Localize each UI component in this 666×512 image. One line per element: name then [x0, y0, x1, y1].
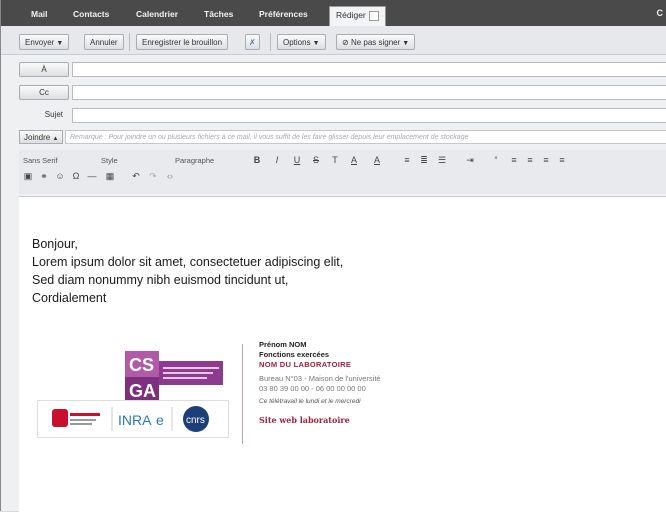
justify-right-icon[interactable]: ≡ — [541, 155, 551, 165]
cancel-button[interactable]: Annuler — [84, 34, 124, 50]
svg-text:CS: CS — [129, 355, 154, 375]
message-editor[interactable]: Bonjour, Lorem ipsum dolor sit amet, con… — [19, 196, 666, 512]
svg-text:e: e — [156, 412, 164, 428]
corner-icon: C — [656, 8, 664, 18]
chevron-down-icon: ▲ — [52, 136, 59, 142]
message-line: Cordialement — [32, 291, 107, 305]
svg-text:GA: GA — [129, 381, 156, 401]
attach-row: Joindre ▲ Remarque : Pour joindre un ou … — [19, 130, 666, 146]
strikethrough-icon[interactable]: S — [311, 155, 321, 165]
list-icon[interactable]: ☰ — [437, 155, 447, 166]
send-button[interactable]: Envoyer ▼ — [19, 34, 70, 50]
lab-logo: CS GA — [123, 347, 227, 403]
signature-block: Prénom NOM Fonctions exercées NOM DU LAB… — [259, 340, 381, 425]
table-icon[interactable]: ▦ — [105, 171, 115, 182]
compose-window: Mail Contacts Calendrier Tâches Préféren… — [0, 0, 666, 512]
link-icon[interactable]: ⚭ — [39, 171, 49, 182]
subject-field[interactable] — [72, 108, 666, 123]
subject-label: Sujet — [44, 110, 63, 119]
signature-function: Fonctions exercées — [259, 350, 330, 359]
to-field[interactable] — [72, 62, 666, 77]
message-line: Sed diam nonummy nibh euismod tincidunt … — [32, 273, 289, 287]
clear-format-icon[interactable]: T — [330, 155, 340, 165]
highlight-icon[interactable]: A — [372, 155, 382, 165]
tab-tasks[interactable]: Tâches — [204, 9, 233, 19]
quote-icon[interactable]: “ — [491, 155, 501, 165]
special-char-icon[interactable]: Ω — [71, 171, 81, 181]
message-line: Lorem ipsum dolor sit amet, consectetuer… — [32, 255, 344, 269]
app-tab-bar: Mail Contacts Calendrier Tâches Préféren… — [1, 0, 666, 26]
tab-compose[interactable]: Rédiger — [329, 6, 386, 26]
indent-icon[interactable]: ⇥ — [465, 155, 475, 166]
chevron-down-icon: ▼ — [402, 40, 410, 47]
svg-text:INRA: INRA — [118, 412, 152, 428]
attach-label: Joindre — [24, 133, 51, 142]
options-label: Options — [283, 38, 311, 47]
emoji-icon[interactable]: ☺ — [55, 171, 65, 181]
justify-full-icon[interactable]: ≡ — [557, 155, 567, 165]
close-tab-icon[interactable] — [368, 10, 379, 21]
message-body: Bonjour, Lorem ipsum dolor sit amet, con… — [32, 235, 343, 307]
format-toolbar: Sans Serif Style Paragraphe B I U S T A … — [19, 150, 666, 194]
font-select[interactable]: Sans Serif — [23, 156, 58, 165]
tab-preferences[interactable]: Préférences — [259, 9, 308, 19]
message-line: Bonjour, — [32, 237, 78, 251]
italic-icon[interactable]: I — [272, 155, 282, 165]
toolbar-divider — [270, 33, 271, 51]
chevron-down-icon: ▼ — [312, 40, 320, 47]
align-left-icon[interactable]: ≡ — [402, 155, 412, 165]
source-code-icon[interactable]: ‹› — [165, 171, 175, 181]
svg-text:cnrs: cnrs — [186, 415, 205, 426]
no-sign-icon: ⊘ — [342, 38, 351, 47]
tab-mail[interactable]: Mail — [31, 9, 48, 19]
signature-label: Ne pas signer — [350, 38, 401, 47]
signature-phones: 03 80 39 00 00 - 06 00 00 00 00 — [259, 384, 366, 393]
tab-contacts[interactable]: Contacts — [73, 9, 109, 19]
cc-field[interactable] — [72, 85, 666, 100]
justify-left-icon[interactable]: ≡ — [509, 155, 519, 165]
cc-button[interactable]: Cc — [19, 85, 69, 100]
save-draft-button[interactable]: Enregistrer le brouillon — [136, 34, 229, 50]
signature-lab: NOM DU LABORATOIRE — [259, 360, 352, 369]
signature-note: Ce télétravail le lundi et le mercredi — [259, 398, 361, 405]
signature-web-link[interactable]: Site web laboratoire — [259, 415, 381, 425]
bold-icon[interactable]: B — [252, 155, 262, 165]
attach-button[interactable]: Joindre ▲ — [19, 130, 64, 144]
attach-hint: Remarque : Pour joindre un ou plusieurs … — [65, 130, 666, 144]
send-label: Envoyer — [25, 38, 55, 47]
signature-divider — [242, 344, 243, 444]
to-button[interactable]: À — [19, 62, 69, 77]
signature-select[interactable]: ⊘ Ne pas signer ▼ — [336, 34, 416, 50]
options-button[interactable]: Options ▼ — [277, 34, 326, 50]
tab-compose-label: Rédiger — [336, 10, 366, 20]
horizontal-rule-icon[interactable]: — — [87, 171, 97, 181]
signature-office: Bureau N°03 - Maison de l'université — [259, 374, 381, 383]
style-select[interactable]: Style — [101, 156, 118, 165]
align-center-icon[interactable]: ≣ — [419, 155, 429, 166]
tab-calendar[interactable]: Calendrier — [136, 9, 178, 19]
spellcheck-icon: ✗ — [249, 38, 256, 47]
text-color-icon[interactable]: A — [349, 155, 359, 165]
partner-logos: INRA e cnrs — [37, 400, 229, 438]
spellcheck-button[interactable]: ✗ — [245, 34, 260, 50]
undo-icon[interactable]: ↶ — [131, 171, 141, 182]
signature-name: Prénom NOM — [259, 340, 307, 349]
toolbar-divider — [129, 33, 130, 51]
paragraph-select[interactable]: Paragraphe — [175, 156, 214, 165]
justify-center-icon[interactable]: ≡ — [525, 155, 535, 165]
redo-icon[interactable]: ↷ — [148, 171, 158, 182]
chevron-down-icon: ▼ — [56, 40, 64, 47]
image-icon[interactable]: ▣ — [23, 171, 33, 182]
underline-icon[interactable]: U — [292, 155, 302, 165]
